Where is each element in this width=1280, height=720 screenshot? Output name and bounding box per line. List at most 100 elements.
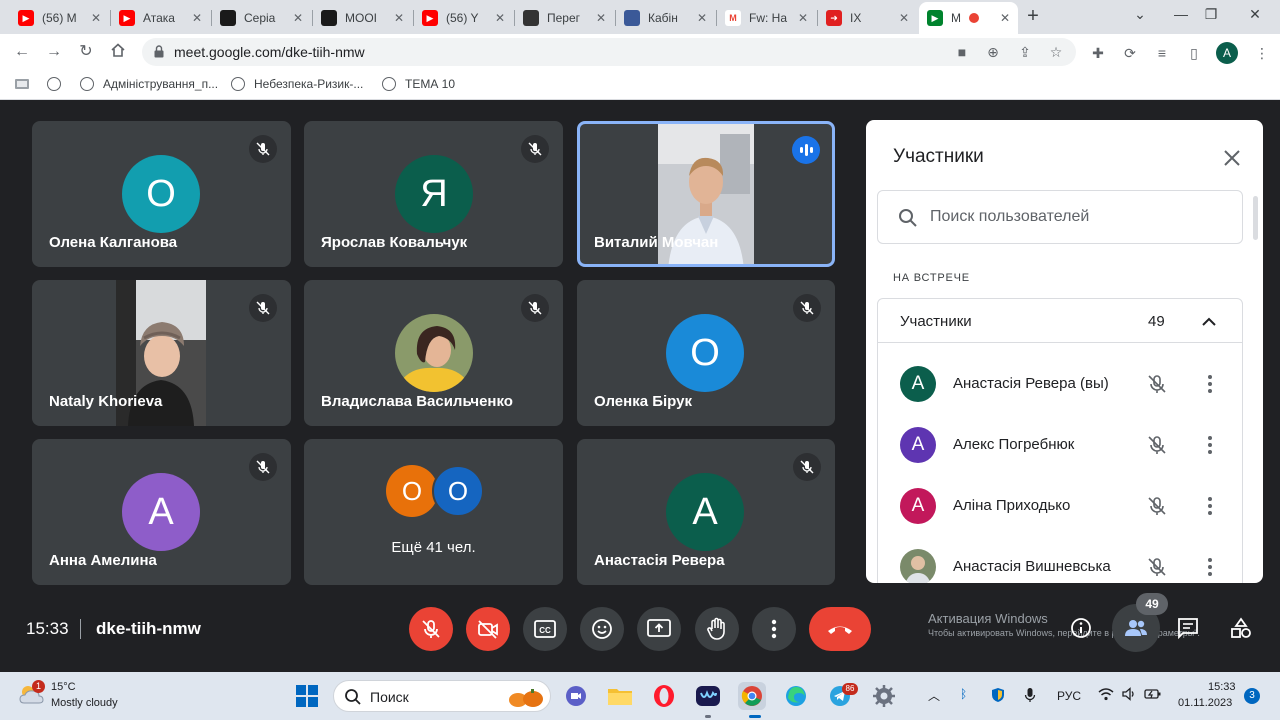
bookmark-globe[interactable] bbox=[47, 77, 70, 91]
close-tab-icon[interactable]: ✕ bbox=[192, 11, 202, 25]
browser-tab[interactable]: ➜ IX ✕ bbox=[818, 4, 917, 32]
defender-icon[interactable] bbox=[990, 687, 1006, 706]
close-tab-icon[interactable]: ✕ bbox=[798, 11, 808, 25]
home-icon[interactable] bbox=[108, 42, 128, 62]
participant-tile[interactable]: Владислава Васильченко bbox=[304, 280, 563, 426]
more-options-icon[interactable] bbox=[1206, 373, 1214, 393]
browser-tab[interactable]: Кабін ✕ bbox=[616, 4, 715, 32]
participant-tile[interactable]: Я Ярослав Ковальчук bbox=[304, 121, 563, 267]
bookmark-item-1[interactable]: Адміністрування_п... bbox=[80, 77, 218, 91]
close-tab-icon[interactable]: ✕ bbox=[495, 11, 505, 25]
reactions-button[interactable] bbox=[580, 607, 624, 651]
mic-off-icon[interactable] bbox=[1146, 434, 1168, 456]
address-bar[interactable]: meet.google.com/dke-tiih-nmw ■ ⊕ ⇪ ☆ bbox=[142, 38, 1076, 66]
chat-icon[interactable] bbox=[1176, 616, 1200, 640]
present-screen-button[interactable] bbox=[637, 607, 681, 651]
list-item[interactable]: Анастасія Вишневська bbox=[878, 536, 1242, 583]
tab-search-icon[interactable]: ⌄ bbox=[1125, 6, 1155, 23]
more-options-icon[interactable] bbox=[1206, 495, 1214, 515]
camera-toggle-button[interactable] bbox=[466, 607, 510, 651]
mic-toggle-button[interactable] bbox=[409, 607, 453, 651]
mic-off-icon[interactable] bbox=[1146, 495, 1168, 517]
more-options-button[interactable] bbox=[752, 607, 796, 651]
clock-time[interactable]: 15:33 bbox=[1208, 681, 1236, 693]
extensions-icon[interactable]: ✚ bbox=[1089, 44, 1107, 62]
list-item[interactable]: А Анастасія Ревера (вы) bbox=[878, 353, 1242, 414]
menu-kebab-icon[interactable]: ⋮ bbox=[1253, 44, 1271, 62]
battery-icon[interactable] bbox=[1144, 687, 1162, 704]
close-tab-icon[interactable]: ✕ bbox=[91, 11, 101, 25]
browser-tab[interactable]: ▶ Атака ✕ bbox=[111, 4, 210, 32]
mic-off-icon[interactable] bbox=[1146, 373, 1168, 395]
close-tab-icon[interactable]: ✕ bbox=[1000, 11, 1010, 25]
participant-tile-active-speaker[interactable]: Виталий Мовчан bbox=[577, 121, 835, 267]
more-options-icon[interactable] bbox=[1206, 556, 1214, 576]
meet-app-icon[interactable] bbox=[562, 682, 590, 710]
participants-group-header[interactable]: Участники 49 bbox=[878, 299, 1242, 343]
close-tab-icon[interactable]: ✕ bbox=[293, 11, 303, 25]
clock-date[interactable]: 01.11.2023 bbox=[1178, 697, 1232, 709]
file-explorer-icon[interactable] bbox=[606, 682, 634, 710]
close-icon[interactable] bbox=[1220, 146, 1244, 170]
volume-icon[interactable] bbox=[1122, 687, 1136, 704]
media-icon[interactable]: ≡ bbox=[1153, 44, 1171, 62]
start-button[interactable] bbox=[296, 685, 318, 707]
close-window-button[interactable]: ✕ bbox=[1240, 6, 1270, 23]
bookmark-item-3[interactable]: ТЕМА 10 bbox=[382, 77, 455, 91]
browser-tab[interactable]: ▶ M ✕ bbox=[919, 2, 1018, 34]
activities-icon[interactable] bbox=[1229, 616, 1253, 640]
participant-tile[interactable]: А Анастасія Ревера bbox=[577, 439, 835, 585]
language-indicator[interactable]: РУС bbox=[1057, 689, 1081, 703]
participant-search-input[interactable]: Поиск пользователей bbox=[877, 190, 1243, 244]
sync-icon[interactable]: ⟳ bbox=[1121, 44, 1139, 62]
bluetooth-icon[interactable]: ᛒ bbox=[960, 687, 967, 701]
close-tab-icon[interactable]: ✕ bbox=[899, 11, 909, 25]
microphone-icon[interactable] bbox=[1024, 687, 1036, 706]
edge-icon[interactable] bbox=[782, 682, 810, 710]
chrome-icon[interactable] bbox=[738, 682, 766, 710]
wifi-icon[interactable] bbox=[1098, 687, 1114, 704]
browser-tab[interactable]: Перег ✕ bbox=[515, 4, 614, 32]
notification-badge[interactable]: 3 bbox=[1244, 688, 1260, 704]
bookmark-star-icon[interactable]: ☆ bbox=[1048, 44, 1064, 60]
list-item[interactable]: А Аліна Приходько bbox=[878, 475, 1242, 536]
browser-tab[interactable]: ▶ (56) Y ✕ bbox=[414, 4, 513, 32]
bookmark-item-2[interactable]: Небезпека-Ризик-... bbox=[231, 77, 363, 91]
maximize-button[interactable]: ❐ bbox=[1196, 6, 1226, 23]
participant-tile[interactable]: Nataly Khorieva bbox=[32, 280, 291, 426]
chevron-up-icon[interactable] bbox=[1200, 313, 1218, 331]
list-item[interactable]: А Алекс Погребнюк bbox=[878, 414, 1242, 475]
more-options-icon[interactable] bbox=[1206, 434, 1214, 454]
minimize-button[interactable]: — bbox=[1166, 6, 1196, 22]
camera-icon[interactable]: ■ bbox=[954, 44, 970, 60]
forward-icon[interactable]: → bbox=[44, 42, 64, 62]
participant-tile[interactable]: О Оленка Бірук bbox=[577, 280, 835, 426]
browser-tab[interactable]: Серіа ✕ bbox=[212, 4, 311, 32]
apps-icon[interactable] bbox=[14, 77, 32, 91]
close-tab-icon[interactable]: ✕ bbox=[596, 11, 606, 25]
back-icon[interactable]: ← bbox=[12, 42, 32, 62]
taskbar-search[interactable]: Поиск bbox=[333, 680, 551, 712]
close-tab-icon[interactable]: ✕ bbox=[394, 11, 404, 25]
webex-icon[interactable] bbox=[694, 682, 722, 710]
new-tab-button[interactable]: + bbox=[1022, 5, 1044, 28]
opera-icon[interactable] bbox=[650, 682, 678, 710]
browser-tab[interactable]: M Fw: Ha ✕ bbox=[717, 4, 816, 32]
zoom-icon[interactable]: ⊕ bbox=[985, 44, 1001, 60]
close-tab-icon[interactable]: ✕ bbox=[697, 11, 707, 25]
sidepanel-icon[interactable]: ▯ bbox=[1185, 44, 1203, 62]
profile-avatar[interactable]: A bbox=[1216, 42, 1238, 64]
browser-tab[interactable]: ▶ (56) М ✕ bbox=[10, 4, 109, 32]
settings-gear-icon[interactable] bbox=[870, 682, 898, 710]
tray-overflow-icon[interactable]: ︿ bbox=[928, 687, 940, 704]
panel-scrollbar[interactable] bbox=[1253, 196, 1258, 240]
reload-icon[interactable]: ↻ bbox=[76, 42, 96, 62]
more-participants-tile[interactable]: О О Ещё 41 чел. bbox=[304, 439, 563, 585]
captions-button[interactable]: CC bbox=[523, 607, 567, 651]
browser-tab[interactable]: MOOI ✕ bbox=[313, 4, 412, 32]
participant-tile[interactable]: А Анна Амелина bbox=[32, 439, 291, 585]
leave-call-button[interactable] bbox=[809, 607, 871, 651]
participant-tile[interactable]: О Олена Калганова bbox=[32, 121, 291, 267]
mic-off-icon[interactable] bbox=[1146, 556, 1168, 578]
raise-hand-button[interactable] bbox=[695, 607, 739, 651]
